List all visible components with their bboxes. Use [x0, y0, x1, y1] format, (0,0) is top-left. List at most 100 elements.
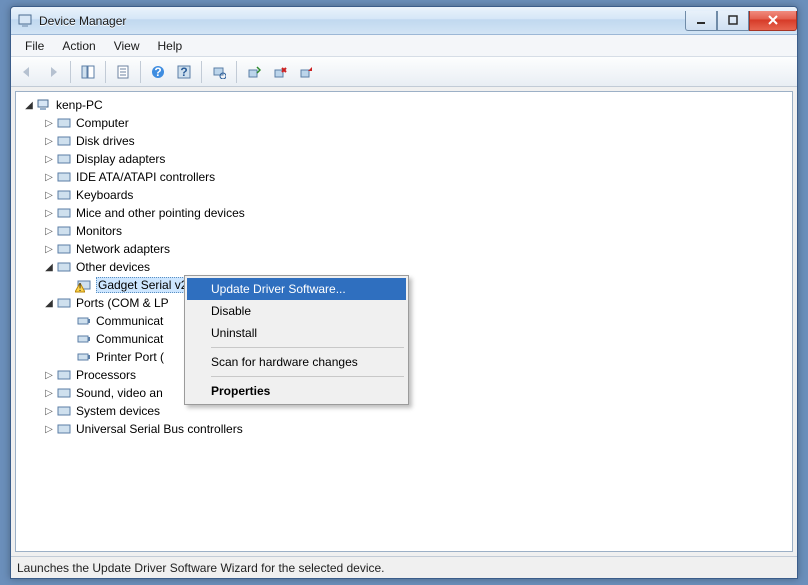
svg-text:?: ? — [180, 65, 187, 79]
tree-node-label: Ports (COM & LP — [76, 296, 169, 310]
menu-action[interactable]: Action — [54, 37, 103, 55]
tree-node-label: Processors — [76, 368, 136, 382]
toolbar-separator — [201, 61, 202, 83]
close-button[interactable] — [749, 11, 797, 31]
device-icon — [56, 151, 72, 167]
expand-icon[interactable]: ▷ — [42, 190, 56, 201]
expand-icon[interactable]: ▷ — [42, 208, 56, 219]
ctx-scan-hardware[interactable]: Scan for hardware changes — [187, 351, 406, 373]
tree-node[interactable]: ▷ Universal Serial Bus controllers — [18, 420, 790, 438]
update-driver-button[interactable] — [242, 60, 266, 84]
minimize-button[interactable] — [685, 11, 717, 31]
tree-node[interactable]: ▷ Computer — [18, 114, 790, 132]
twisty-blank: · — [62, 352, 76, 363]
tree-node-label: Universal Serial Bus controllers — [76, 422, 243, 436]
expand-icon[interactable]: ▷ — [42, 118, 56, 129]
tree-node[interactable]: ▷IDE ATA/ATAPI controllers — [18, 168, 790, 186]
expand-icon[interactable]: ▷ — [42, 388, 56, 399]
expand-icon[interactable]: ▷ — [42, 172, 56, 183]
device-icon — [56, 187, 72, 203]
tree-node[interactable]: ▷ Disk drives — [18, 132, 790, 150]
tree-node[interactable]: ▷ Display adapters — [18, 150, 790, 168]
tree-node-label: Disk drives — [76, 134, 135, 148]
expand-icon[interactable]: ▷ — [42, 370, 56, 381]
device-icon — [76, 313, 92, 329]
nav-back-button — [15, 60, 39, 84]
twisty-blank: · — [62, 334, 76, 345]
tree-node-label: Communicat — [96, 332, 163, 346]
device-icon — [56, 169, 72, 185]
action-help-button[interactable]: ? — [172, 60, 196, 84]
ctx-disable[interactable]: Disable — [187, 300, 406, 322]
menu-help[interactable]: Help — [150, 37, 191, 55]
tree-node-label: Monitors — [76, 224, 122, 238]
titlebar[interactable]: Device Manager — [11, 7, 797, 35]
device-icon — [56, 385, 72, 401]
device-icon — [56, 295, 72, 311]
ctx-separator — [211, 376, 404, 377]
tree-node[interactable]: ▷ Monitors — [18, 222, 790, 240]
menu-view[interactable]: View — [106, 37, 148, 55]
uninstall-button[interactable] — [268, 60, 292, 84]
device-icon — [56, 367, 72, 383]
expand-icon[interactable]: ▷ — [42, 226, 56, 237]
tree-node-label: Other devices — [76, 260, 150, 274]
window-title: Device Manager — [39, 14, 126, 28]
tree-panel: ◢kenp-PC▷Computer▷Disk drives▷Display ad… — [15, 91, 793, 552]
toolbar-separator — [70, 61, 71, 83]
statusbar: Launches the Update Driver Software Wiza… — [11, 556, 797, 578]
tree-node[interactable]: ◢ kenp-PC — [18, 96, 790, 114]
expand-icon[interactable]: ▷ — [42, 136, 56, 147]
help-button[interactable]: ? — [146, 60, 170, 84]
tree-node-label: Printer Port ( — [96, 350, 164, 364]
svg-text:!: ! — [78, 283, 81, 293]
tree-node-label: Display adapters — [76, 152, 165, 166]
collapse-icon[interactable]: ◢ — [42, 262, 56, 273]
toolbar-separator — [236, 61, 237, 83]
maximize-button[interactable] — [717, 11, 749, 31]
disable-button[interactable] — [294, 60, 318, 84]
menubar: File Action View Help — [11, 35, 797, 57]
tree-node-label: Sound, video an — [76, 386, 163, 400]
tree-node[interactable]: ▷ Keyboards — [18, 186, 790, 204]
device-icon — [56, 421, 72, 437]
window-controls — [685, 11, 797, 31]
app-icon — [17, 13, 33, 29]
device-icon — [56, 133, 72, 149]
device-icon — [36, 97, 52, 113]
status-text: Launches the Update Driver Software Wiza… — [17, 561, 385, 575]
context-menu: Update Driver Software... Disable Uninst… — [184, 275, 409, 405]
tree-node[interactable]: ▷ Network adapters — [18, 240, 790, 258]
tree-node[interactable]: ◢ Other devices — [18, 258, 790, 276]
menu-file[interactable]: File — [17, 37, 52, 55]
expand-icon[interactable]: ▷ — [42, 424, 56, 435]
tree-node-label: Computer — [76, 116, 129, 130]
scan-hardware-button[interactable] — [207, 60, 231, 84]
properties-sheet-button[interactable] — [111, 60, 135, 84]
toolbar: ? ? — [11, 57, 797, 87]
device-icon — [56, 403, 72, 419]
device-icon — [76, 349, 92, 365]
tree-node-label: Communicat — [96, 314, 163, 328]
ctx-update-driver[interactable]: Update Driver Software... — [187, 278, 406, 300]
tree-node-label: Network adapters — [76, 242, 170, 256]
expand-icon[interactable]: ▷ — [42, 154, 56, 165]
tree-node-label: System devices — [76, 404, 160, 418]
tree-node[interactable]: ▷Mice and other pointing devices — [18, 204, 790, 222]
tree-node-label: Keyboards — [76, 188, 133, 202]
expand-icon[interactable]: ▷ — [42, 406, 56, 417]
device-icon — [56, 223, 72, 239]
ctx-separator — [211, 347, 404, 348]
device-icon — [56, 205, 72, 221]
nav-forward-button — [41, 60, 65, 84]
ctx-properties[interactable]: Properties — [187, 380, 406, 402]
toolbar-separator — [105, 61, 106, 83]
expand-icon[interactable]: ▷ — [42, 244, 56, 255]
show-hide-tree-button[interactable] — [76, 60, 100, 84]
collapse-icon[interactable]: ◢ — [42, 298, 56, 309]
device-icon — [56, 259, 72, 275]
device-icon — [76, 331, 92, 347]
tree-node-label: kenp-PC — [56, 98, 103, 112]
collapse-icon[interactable]: ◢ — [22, 100, 36, 111]
ctx-uninstall[interactable]: Uninstall — [187, 322, 406, 344]
